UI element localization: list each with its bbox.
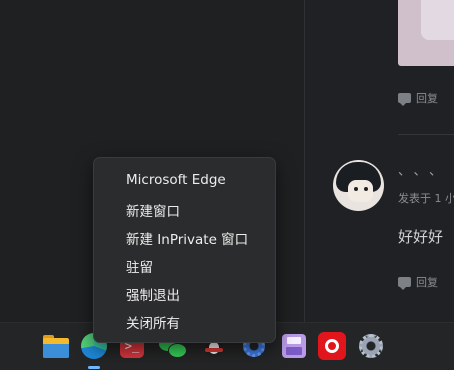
comment-icon <box>398 93 411 106</box>
menu-item-new-inprivate-window[interactable]: 新建 InPrivate 窗口 <box>126 228 248 248</box>
username[interactable]: 、、、 <box>398 160 451 179</box>
netease-music-icon[interactable] <box>318 332 346 360</box>
reply-button-2[interactable]: 回复 <box>398 274 438 290</box>
avatar[interactable] <box>333 160 384 211</box>
reply-button-1[interactable]: 回复 <box>398 90 438 106</box>
floppy-app-icon[interactable] <box>280 332 308 360</box>
menu-item-new-window[interactable]: 新建窗口 <box>126 200 180 220</box>
taskbar-context-menu: Microsoft Edge 新建窗口 新建 InPrivate 窗口 驻留 强… <box>93 157 276 343</box>
menu-item-close-all[interactable]: 关闭所有 <box>126 312 180 332</box>
post-image[interactable] <box>398 0 454 66</box>
windows-start-icon[interactable] <box>4 332 32 360</box>
reply-label: 回复 <box>416 92 438 105</box>
menu-item-pin[interactable]: 驻留 <box>126 256 153 276</box>
file-explorer-icon[interactable] <box>42 332 70 360</box>
reply-label: 回复 <box>416 276 438 289</box>
settings-icon[interactable] <box>357 332 385 360</box>
comment-icon <box>398 277 411 290</box>
comment-text: 好好好 <box>398 228 444 246</box>
menu-item-force-quit[interactable]: 强制退出 <box>126 284 180 304</box>
comment-divider <box>398 134 454 135</box>
menu-item-app-name[interactable]: Microsoft Edge <box>126 172 226 188</box>
post-timestamp: 发表于 1 小 <box>398 192 454 205</box>
